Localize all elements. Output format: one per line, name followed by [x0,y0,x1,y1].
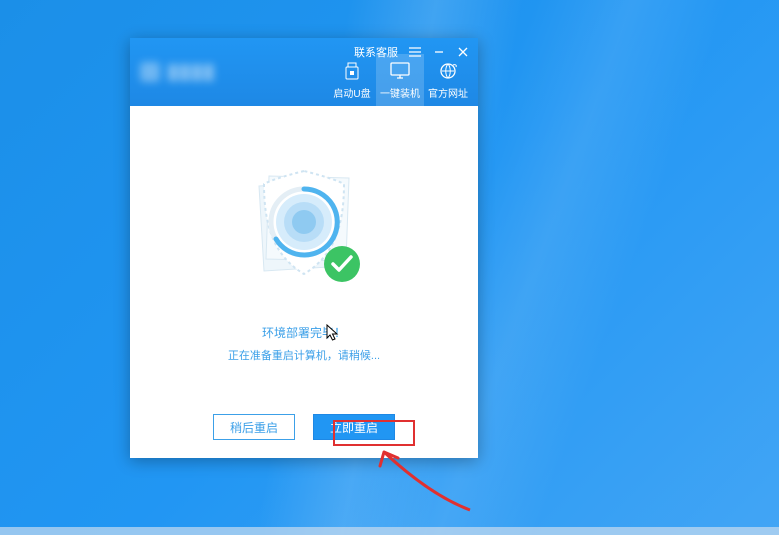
contact-support-link[interactable]: 联系客服 [354,44,398,60]
status-title: 环境部署完毕！ [262,324,346,341]
tab-label: 官方网址 [428,85,468,100]
minimize-icon[interactable] [432,45,446,59]
status-subtitle: 正在准备重启计算机，请稍候... [228,347,380,363]
app-logo: ████ [130,38,328,106]
ie-icon [438,61,458,81]
monitor-icon [390,61,410,81]
tab-label: 启动U盘 [333,85,370,100]
restart-later-button[interactable]: 稍后重启 [213,414,295,440]
tab-label: 一键装机 [380,85,420,100]
installer-window: 联系客服 ████ 启动U盘 一键装机 [130,38,478,458]
tab-official-site[interactable]: 官方网址 [424,54,472,106]
button-row: 稍后重启 立即重启 [130,414,478,440]
content-area: 环境部署完毕！ 正在准备重启计算机，请稍候... 稍后重启 立即重启 [130,106,478,458]
close-icon[interactable] [456,45,470,59]
tab-one-click-install[interactable]: 一键装机 [376,54,424,106]
titlebar: 联系客服 [354,44,470,60]
usb-icon [342,61,362,81]
tab-usb-boot[interactable]: 启动U盘 [328,54,376,106]
shield-progress-graphic [224,146,384,306]
windows-taskbar [0,527,779,535]
restart-now-button[interactable]: 立即重启 [313,414,395,440]
menu-icon[interactable] [408,45,422,59]
